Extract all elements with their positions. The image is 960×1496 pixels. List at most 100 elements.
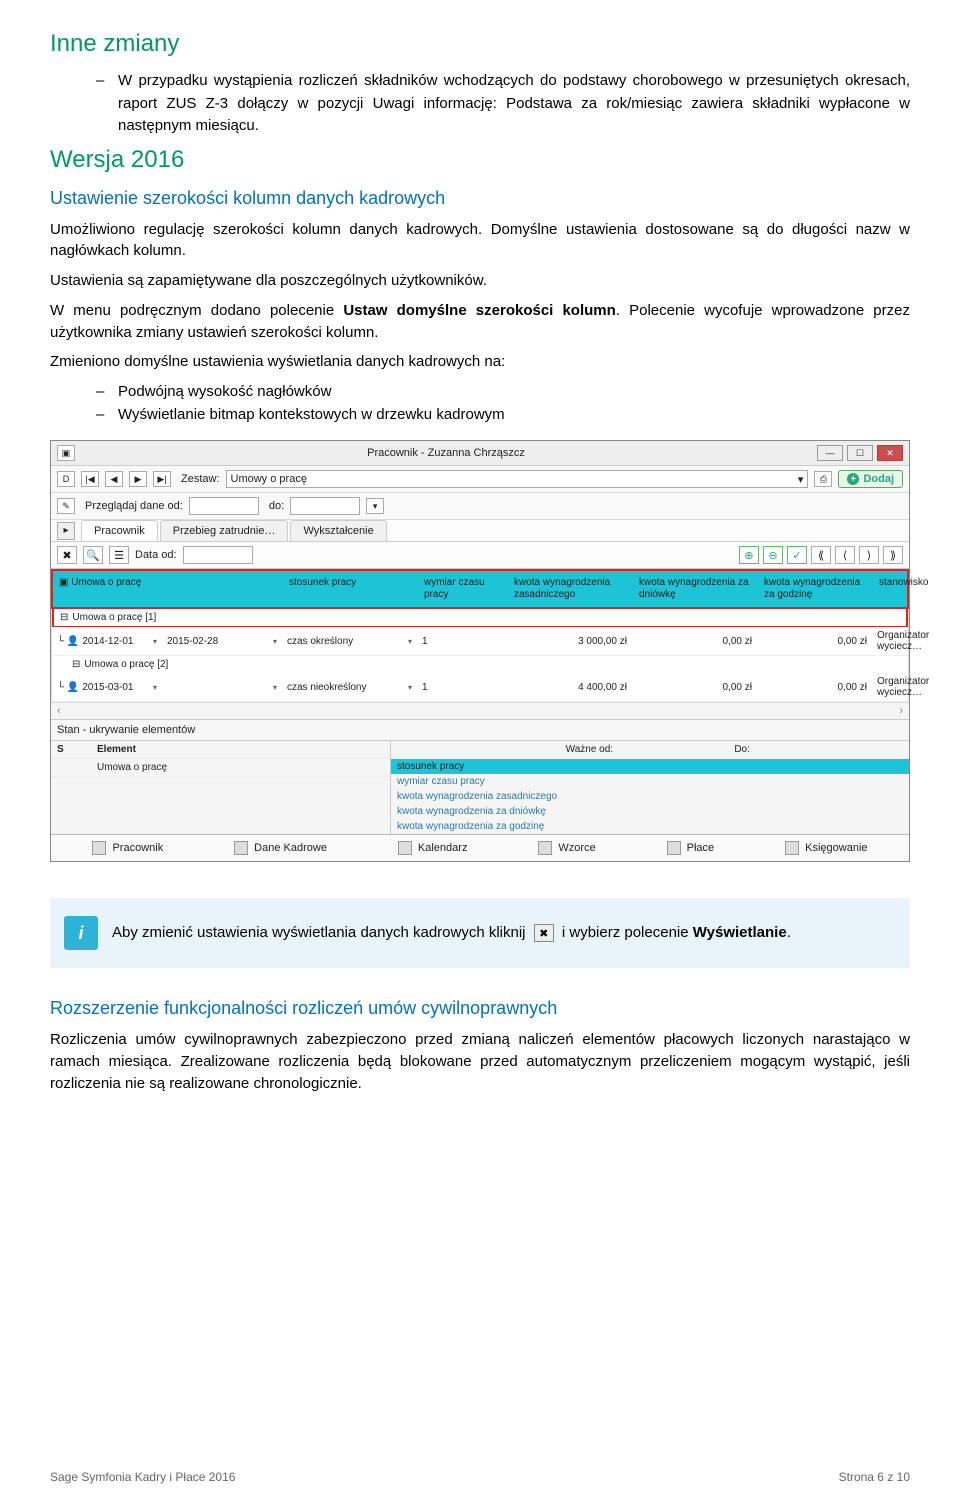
nav-last-icon[interactable]: ▶| — [153, 471, 171, 487]
bullet-item: Podwójną wysokość nagłówków — [96, 381, 910, 404]
search-icon[interactable]: 🔍 — [83, 546, 103, 564]
bullet-item: Wyświetlanie bitmap kontekstowych w drze… — [96, 404, 910, 427]
footer-right: Strona 6 z 10 — [839, 1470, 910, 1484]
toolbar-nav: D |◀ ◀ ▶ ▶| Zestaw: Umowy o pracę ▾ ⎙ + … — [51, 466, 909, 493]
app-window: ▣ Pracownik - Zuzanna Chrząszcz — ☐ ✕ D … — [50, 440, 910, 862]
tab-wyksztalcenie[interactable]: Wykształcenie — [290, 520, 386, 541]
col-stanowisko: stanowisko — [873, 571, 934, 607]
bottom-nav-place[interactable]: Płace — [667, 841, 715, 855]
bullet-list-2: Podwójną wysokość nagłówków Wyświetlanie… — [50, 381, 910, 426]
chevron-down-icon[interactable]: ▾ — [366, 498, 384, 514]
para-3: W menu podręcznym dodano polecenie Ustaw… — [50, 300, 910, 344]
nav-prev-icon[interactable]: ◀ — [105, 471, 123, 487]
page-last-icon[interactable]: ⟫ — [883, 546, 903, 564]
tab-przebieg[interactable]: Przebieg zatrudnie… — [160, 520, 289, 541]
maximize-button[interactable]: ☐ — [847, 445, 873, 461]
chevron-down-icon: ▾ — [798, 473, 804, 486]
col-godzina: kwota wynagrodzenia za godzinę — [758, 571, 873, 607]
state-row[interactable]: Umowa o pracę — [51, 759, 390, 777]
list-item[interactable]: kwota wynagrodzenia za godzinę — [391, 819, 909, 834]
list-item[interactable]: kwota wynagrodzenia za dniówkę — [391, 804, 909, 819]
folder-icon — [234, 841, 248, 855]
plus-small-icon[interactable]: ⊕ — [739, 546, 759, 564]
browse-to-input[interactable] — [290, 497, 360, 515]
edit-icon[interactable]: ✎ — [57, 498, 75, 514]
subheading-ustawienie: Ustawienie szerokości kolumn danych kadr… — [50, 188, 910, 209]
list-item[interactable]: kwota wynagrodzenia zasadniczego — [391, 789, 909, 804]
list-item[interactable]: wymiar czasu pracy — [391, 774, 909, 789]
para-4: Zmieniono domyślne ustawienia wyświetlan… — [50, 351, 910, 373]
tool-wrench-icon[interactable]: ✖ — [57, 546, 77, 564]
bullet-item: W przypadku wystąpienia rozliczeń składn… — [96, 70, 910, 138]
col-dniowka: kwota wynagrodzenia za dniówkę — [633, 571, 758, 607]
bottom-nav-kalendarz[interactable]: Kalendarz — [398, 841, 468, 855]
table-row[interactable]: └ 👤2014-12-01▾ 2015-02-28▾ czas określon… — [52, 627, 908, 656]
heading-wersja: Wersja 2016 — [50, 146, 910, 174]
people-icon — [538, 841, 552, 855]
tree-group-1[interactable]: ⊟ Umowa o pracę [1] — [52, 609, 908, 627]
grid-header: ▣ Umowa o pracę stosunek pracy wymiar cz… — [51, 569, 909, 609]
bottom-nav: Pracownik Dane Kadrowe Kalendarz Wzorce … — [51, 834, 909, 861]
right-col-do: Do: — [734, 744, 903, 755]
tab-pracownik[interactable]: Pracownik — [81, 520, 158, 541]
state-header: Stan - ukrywanie elementów — [51, 719, 909, 741]
footer-left: Sage Symfonia Kadry i Płace 2016 — [50, 1470, 235, 1484]
subheading-rozszerzenie: Rozszerzenie funkcjonalności rozliczeń u… — [50, 998, 910, 1019]
info-box: i Aby zmienić ustawienia wyświetlania da… — [50, 898, 910, 968]
info-text: Aby zmienić ustawienia wyświetlania dany… — [112, 924, 791, 943]
h-scrollbar[interactable]: ‹› — [51, 703, 909, 719]
right-col-od: Ważne od: — [566, 744, 735, 755]
tabbar: ▸ Pracownik Przebieg zatrudnie… Wykształ… — [51, 520, 909, 542]
col-zasadnicze: kwota wynagrodzenia zasadniczego — [508, 571, 633, 607]
data-od-label: Data od: — [135, 549, 177, 561]
nav-letter[interactable]: D — [57, 471, 75, 487]
col-stosunek: stosunek pracy — [283, 571, 418, 607]
bottom-nav-pracownik[interactable]: Pracownik — [92, 841, 163, 855]
arrow-right-icon[interactable]: ▸ — [57, 522, 75, 540]
check-icon[interactable]: ✓ — [787, 546, 807, 564]
nav-first-icon[interactable]: |◀ — [81, 471, 99, 487]
state-col-s: S — [57, 744, 97, 755]
tool-wrench-icon: ✖ — [534, 924, 554, 942]
app-icon: ▣ — [57, 445, 75, 461]
list-icon[interactable]: ☰ — [109, 546, 129, 564]
page-prev-icon[interactable]: ⟨ — [835, 546, 855, 564]
toolbar-icon[interactable]: ⎙ — [814, 471, 832, 487]
add-button[interactable]: + Dodaj — [838, 470, 903, 488]
toolbar-browse: ✎ Przeglądaj dane od: do: ▾ — [51, 493, 909, 520]
bullet-list-1: W przypadku wystąpienia rozliczeń składn… — [50, 70, 910, 138]
zestaw-label: Zestaw: — [181, 473, 220, 485]
minus-small-icon[interactable]: ⊖ — [763, 546, 783, 564]
page-first-icon[interactable]: ⟪ — [811, 546, 831, 564]
calendar-icon — [398, 841, 412, 855]
bottom-nav-wzorce[interactable]: Wzorce — [538, 841, 595, 855]
heading-inne-zmiany: Inne zmiany — [50, 30, 910, 58]
book-icon — [785, 841, 799, 855]
minimize-button[interactable]: — — [817, 445, 843, 461]
browse-from-input[interactable] — [189, 497, 259, 515]
browse-label: Przeglądaj dane od: — [85, 500, 183, 512]
window-title: Pracownik - Zuzanna Chrząszcz — [75, 447, 817, 459]
nav-next-icon[interactable]: ▶ — [129, 471, 147, 487]
col-umowa: ▣ Umowa o pracę — [53, 571, 283, 607]
tree-group-2[interactable]: ⊟ Umowa o pracę [2] — [52, 656, 908, 673]
col-wymiar: wymiar czasu pracy — [418, 571, 508, 607]
para-1: Umożliwiono regulację szerokości kolumn … — [50, 219, 910, 263]
bottom-nav-kadrowe[interactable]: Dane Kadrowe — [234, 841, 327, 855]
page-footer: Sage Symfonia Kadry i Płace 2016 Strona … — [50, 1470, 910, 1484]
page-next-icon[interactable]: ⟩ — [859, 546, 879, 564]
close-button[interactable]: ✕ — [877, 445, 903, 461]
right-col-blank — [397, 744, 566, 755]
filter-bar: ✖ 🔍 ☰ Data od: ⊕ ⊖ ✓ ⟪ ⟨ ⟩ ⟫ — [51, 542, 909, 569]
para-2: Ustawienia są zapamiętywane dla poszczeg… — [50, 270, 910, 292]
zestaw-select[interactable]: Umowy o pracę ▾ — [226, 470, 809, 488]
titlebar: ▣ Pracownik - Zuzanna Chrząszcz — ☐ ✕ — [51, 441, 909, 466]
para-5: Rozliczenia umów cywilnoprawnych zabezpi… — [50, 1029, 910, 1094]
bottom-nav-ksiegowanie[interactable]: Księgowanie — [785, 841, 867, 855]
plus-icon: + — [847, 473, 859, 485]
list-item[interactable]: stosunek pracy — [391, 759, 909, 774]
add-label: Dodaj — [863, 473, 894, 485]
data-grid: ▣ Umowa o pracę stosunek pracy wymiar cz… — [51, 569, 909, 719]
data-od-input[interactable] — [183, 546, 253, 564]
table-row[interactable]: └ 👤2015-03-01▾ ▾ czas nieokreślony▾ 1 4 … — [52, 673, 908, 702]
